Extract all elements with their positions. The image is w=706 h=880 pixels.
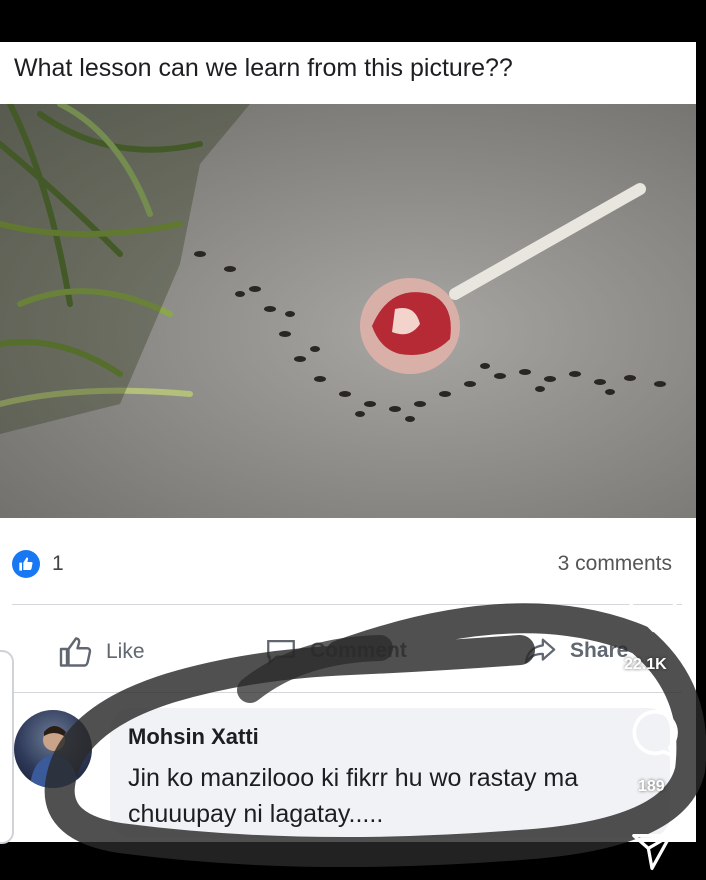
comment-text: Jin ko manzilooo ki fikrr hu wo rastay m… [128,764,579,828]
like-label: Like [106,640,145,663]
comment-button[interactable]: Comment [262,634,407,668]
comment-label: Comment [310,639,407,662]
comment-bubble: Mohsin Xatti Jin ko manzilooo ki fikrr h… [110,708,670,838]
comment-item: Mohsin Xatti Jin ko manzilooo ki fikrr h… [0,702,696,842]
like-button[interactable]: Like [56,634,145,670]
send-icon[interactable] [630,832,674,872]
ants-lollipop-illustration [0,104,666,434]
comment-bubble-icon [267,639,295,665]
comments-count[interactable]: 3 comments [558,552,672,576]
post-caption: What lesson can we learn from this pictu… [14,54,513,82]
comments-overlay-count: 189 [638,778,665,795]
avatar[interactable] [14,710,92,788]
person-avatar-icon [30,726,78,788]
divider [12,604,682,605]
share-arrow-icon [524,638,556,664]
facebook-post-card: What lesson can we learn from this pictu… [0,42,696,842]
post-photo[interactable] [0,104,696,518]
likes-overlay-count: 22.1K [624,656,667,673]
post-actions-bar: Like Comment Share [0,622,696,692]
thumbs-up-icon [59,637,92,667]
divider [12,692,682,693]
comment-author[interactable]: Mohsin Xatti [128,724,259,750]
heart-icon[interactable] [628,588,678,634]
comment-overlay-icon[interactable] [628,710,678,760]
like-reaction-icon[interactable] [12,550,40,578]
lollipop-stick [449,183,646,300]
like-count[interactable]: 1 [52,552,64,576]
share-button[interactable]: Share [520,634,628,668]
lollipop-candy [360,278,460,374]
left-edge-panel [0,650,14,844]
reaction-summary: 1 3 comments [0,518,696,598]
share-label: Share [570,639,629,662]
